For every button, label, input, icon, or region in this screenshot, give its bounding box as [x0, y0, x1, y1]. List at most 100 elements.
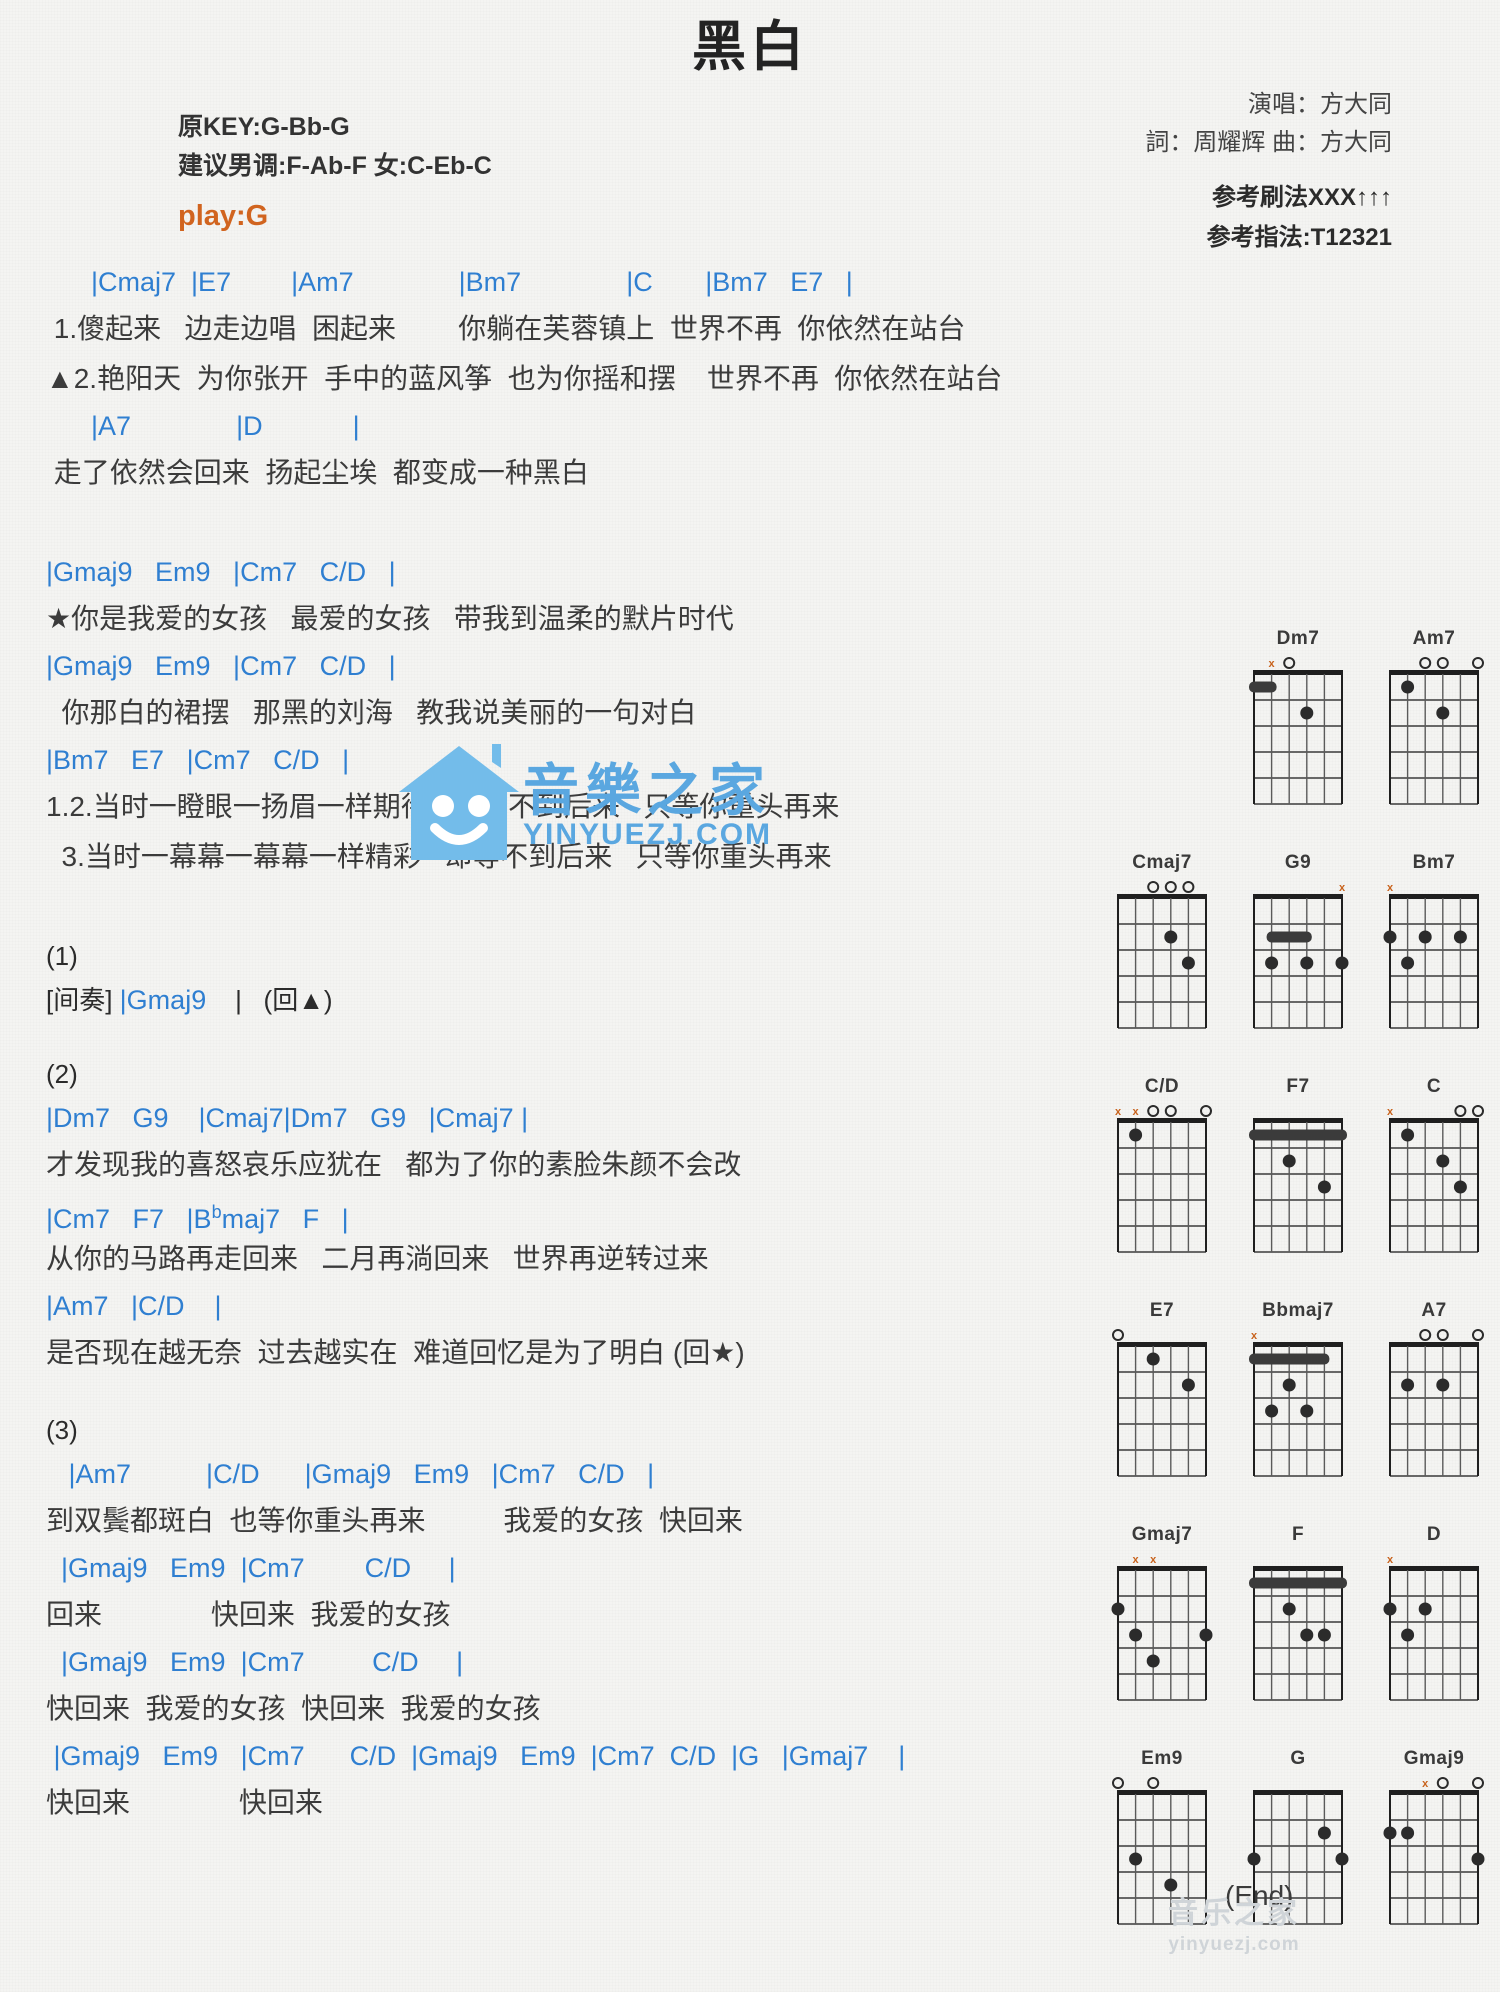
lyric-line: 你那白的裙摆 那黑的刘海 教我说美丽的一句对白	[46, 697, 697, 728]
chord-diagram-label: G	[1290, 1748, 1306, 1769]
chord-line: |Am7 |C/D |Gmaj9 Em9 |Cm7 C/D |	[46, 1459, 655, 1489]
chord-diagram-A7	[1389, 1329, 1484, 1477]
chord-diagram-F: F	[1244, 1524, 1352, 1708]
chord-diagram-Dm7: x	[1249, 657, 1343, 805]
chord-diagram-C: x	[1387, 1105, 1484, 1253]
chord-diagram-row: Dm7 x Am7	[1108, 628, 1488, 812]
credits-block: 演唱：方大同 詞：周耀辉 曲：方大同 参考刷法XXX↑↑↑ 参考指法:T1232…	[1145, 86, 1392, 258]
chord-line: |Gmaj9 Em9 |Cm7 C/D |	[46, 557, 396, 587]
chord-diagram-F7	[1249, 1118, 1347, 1253]
chord-diagram-D: x	[1383, 1554, 1479, 1701]
chord-diagram-C: Cx	[1380, 1076, 1488, 1260]
chord-line: |Gmaj9 Em9 |Cm7 C/D |Gmaj9 Em9 |Cm7 C/D …	[46, 1741, 906, 1771]
watermark-bottom-brand: 音乐之家	[1168, 1897, 1300, 1930]
chord-line: |Gmaj9 Em9 |Cm7 C/D |	[46, 1647, 464, 1677]
svg-text:x: x	[1251, 1330, 1258, 1342]
chord-diagram-label: Bbmaj7	[1262, 1300, 1334, 1321]
chord-diagram-Am7: Am7	[1380, 628, 1488, 812]
svg-text:x: x	[1387, 1106, 1394, 1118]
chord-diagram-G9: x	[1253, 882, 1349, 1029]
chord-line: |A7 |D |	[46, 411, 360, 441]
section-verse-1: |Cmaj7 |E7 |Am7 |Bm7 |C |Bm7 E7 | 1.傻起来 …	[0, 260, 1070, 550]
chord-diagram-row: Cmaj7 G9 x Bm7 x	[1108, 852, 1488, 1036]
chord-diagram-Cmaj7	[1117, 881, 1207, 1029]
chord-diagram-C/D: C/D x x	[1108, 1076, 1216, 1260]
chord-sheet-page: 黑白 原KEY:G-Bb-G 建议男调:F-Ab-F 女:C-Eb-C play…	[0, 0, 1500, 1992]
lyric-line: 1.2.当时一瞪眼一扬眉一样期待 却等不到后来 只等你重头再来	[46, 791, 840, 822]
chord-diagram-Gmaj9: x	[1383, 1777, 1485, 1925]
lyric-line: ★你是我爱的女孩 最爱的女孩 带我到温柔的默片时代	[46, 603, 734, 634]
chord-diagram-label: D	[1426, 1524, 1442, 1545]
chord-diagram-label: E7	[1149, 1300, 1175, 1321]
watermark-bottom-url: yinyuezj.com	[1168, 1934, 1300, 1955]
section-outro: (3) |Am7 |C/D |Gmaj9 Em9 |Cm7 C/D | 到双鬓都斑…	[0, 1408, 1070, 1858]
chord-diagram-label: Am7	[1412, 628, 1456, 649]
chord-diagram-label: Gmaj7	[1131, 1524, 1193, 1545]
interlude-line: [间奏] |Gmaj9 | (回▲)	[46, 985, 333, 1015]
svg-text:x: x	[1387, 1554, 1394, 1566]
singer-credit: 演唱：方大同	[1248, 91, 1392, 118]
chord-line: |Am7 |C/D |	[46, 1291, 222, 1321]
svg-text:x: x	[1133, 1554, 1140, 1566]
suggested-key: 建议男调:F-Ab-F 女:C-Eb-C	[178, 151, 492, 180]
page-title: 黑白	[692, 17, 808, 77]
chord-diagram-Bbmaj7: x	[1249, 1330, 1343, 1477]
chord-diagram-label: C	[1426, 1076, 1442, 1097]
chord-diagram-label: A7	[1421, 1300, 1447, 1321]
chord-diagram-C/D: xx	[1115, 1105, 1212, 1253]
lyric-line: 走了依然会回来 扬起尘埃 都变成一种黑白	[46, 457, 589, 488]
chord-diagram-empty	[1108, 628, 1216, 812]
chord-diagram-label: F	[1291, 1524, 1305, 1545]
original-key: 原KEY:G-Bb-G	[178, 113, 350, 141]
chord-diagram-E7: E7	[1108, 1300, 1216, 1484]
watermark-bottom: 音乐之家 yinyuezj.com	[1168, 1888, 1300, 1956]
svg-text:x: x	[1339, 882, 1346, 894]
chord-diagram-label: G9	[1284, 852, 1312, 873]
chord-diagram-Gmaj7: xx	[1111, 1554, 1213, 1701]
svg-text:x: x	[1133, 1106, 1140, 1118]
section-marker: (2)	[46, 1059, 78, 1089]
svg-text:x: x	[1387, 882, 1394, 894]
chord-diagram-label: Cmaj7	[1132, 852, 1192, 873]
lyric-line: 才发现我的喜怒哀乐应犹在 都为了你的素脸朱颜不会改	[46, 1149, 742, 1180]
lyric-line: 是否现在越无奈 过去越实在 难道回忆是为了明白 (回★)	[46, 1337, 745, 1368]
key-info-block: 原KEY:G-Bb-G 建议男调:F-Ab-F 女:C-Eb-C play:G	[178, 108, 492, 238]
lyric-line: ▲2.艳阳天 为你张开 手中的蓝风筝 也为你摇和摆 世界不再 你依然在站台	[46, 363, 1003, 394]
chord-diagram-Bbmaj7: Bbmaj7 x	[1244, 1300, 1352, 1484]
section-marker: (1)	[46, 941, 78, 971]
svg-text:x: x	[1115, 1106, 1122, 1118]
chord-line: |Gmaj9 Em9 |Cm7 C/D |	[46, 651, 396, 681]
chord-diagram-E7	[1112, 1329, 1207, 1477]
chord-line: |Gmaj9 Em9 |Cm7 C/D |	[46, 1553, 456, 1583]
chord-diagram-label: Bm7	[1412, 852, 1456, 873]
chord-diagram-D: Dx	[1380, 1524, 1488, 1708]
chord-line: |Dm7 G9 |Cmaj7|Dm7 G9 |Cmaj7 |	[46, 1103, 529, 1133]
chord-diagram-row: Gmaj7 x x F Dx	[1108, 1524, 1488, 1708]
chord-line: |Bm7 E7 |Cm7 C/D |	[46, 745, 350, 775]
lyric-line: 快回来 我爱的女孩 快回来 我爱的女孩	[46, 1693, 541, 1724]
chord-line: |Cmaj7 |E7 |Am7 |Bm7 |C |Bm7 E7 |	[46, 267, 853, 297]
lyric-line: 到双鬓都斑白 也等你重头再来 我爱的女孩 快回来	[46, 1505, 743, 1536]
chord-line: |Cm7 F7 |Bbmaj7 F |	[46, 1202, 349, 1234]
chord-diagram-Bm7: Bm7 x	[1380, 852, 1488, 1036]
svg-text:x: x	[1269, 658, 1276, 670]
chord-diagram-F	[1249, 1566, 1347, 1701]
fingering-pattern: 参考指法:T12321	[1206, 224, 1392, 252]
chord-diagram-Gmaj7: Gmaj7 x x	[1108, 1524, 1216, 1708]
chord-diagram-G9: G9 x	[1244, 852, 1352, 1036]
chord-diagram-F7: F7	[1244, 1076, 1352, 1260]
lyric-line: 从你的马路再走回来 二月再淌回来 世界再逆转过来	[46, 1243, 709, 1274]
chord-diagram-label: C/D	[1144, 1076, 1180, 1097]
chord-diagram-label: Dm7	[1276, 628, 1320, 649]
lyric-line: 回来 快回来 我爱的女孩	[46, 1599, 451, 1630]
chord-diagram-label: Gmaj9	[1403, 1748, 1465, 1769]
chord-diagram-label: Em9	[1141, 1748, 1183, 1769]
chord-diagram-Dm7: Dm7 x	[1244, 628, 1352, 812]
chord-diagram-Am7	[1389, 657, 1484, 805]
section-marker: (3)	[46, 1415, 78, 1445]
chord-diagram-panel: Dm7 x Am7 Cmaj7 G9 x Bm7 x C/D x x F7 Cx E7 Bbmaj7 x A7 G…	[1108, 628, 1488, 1972]
